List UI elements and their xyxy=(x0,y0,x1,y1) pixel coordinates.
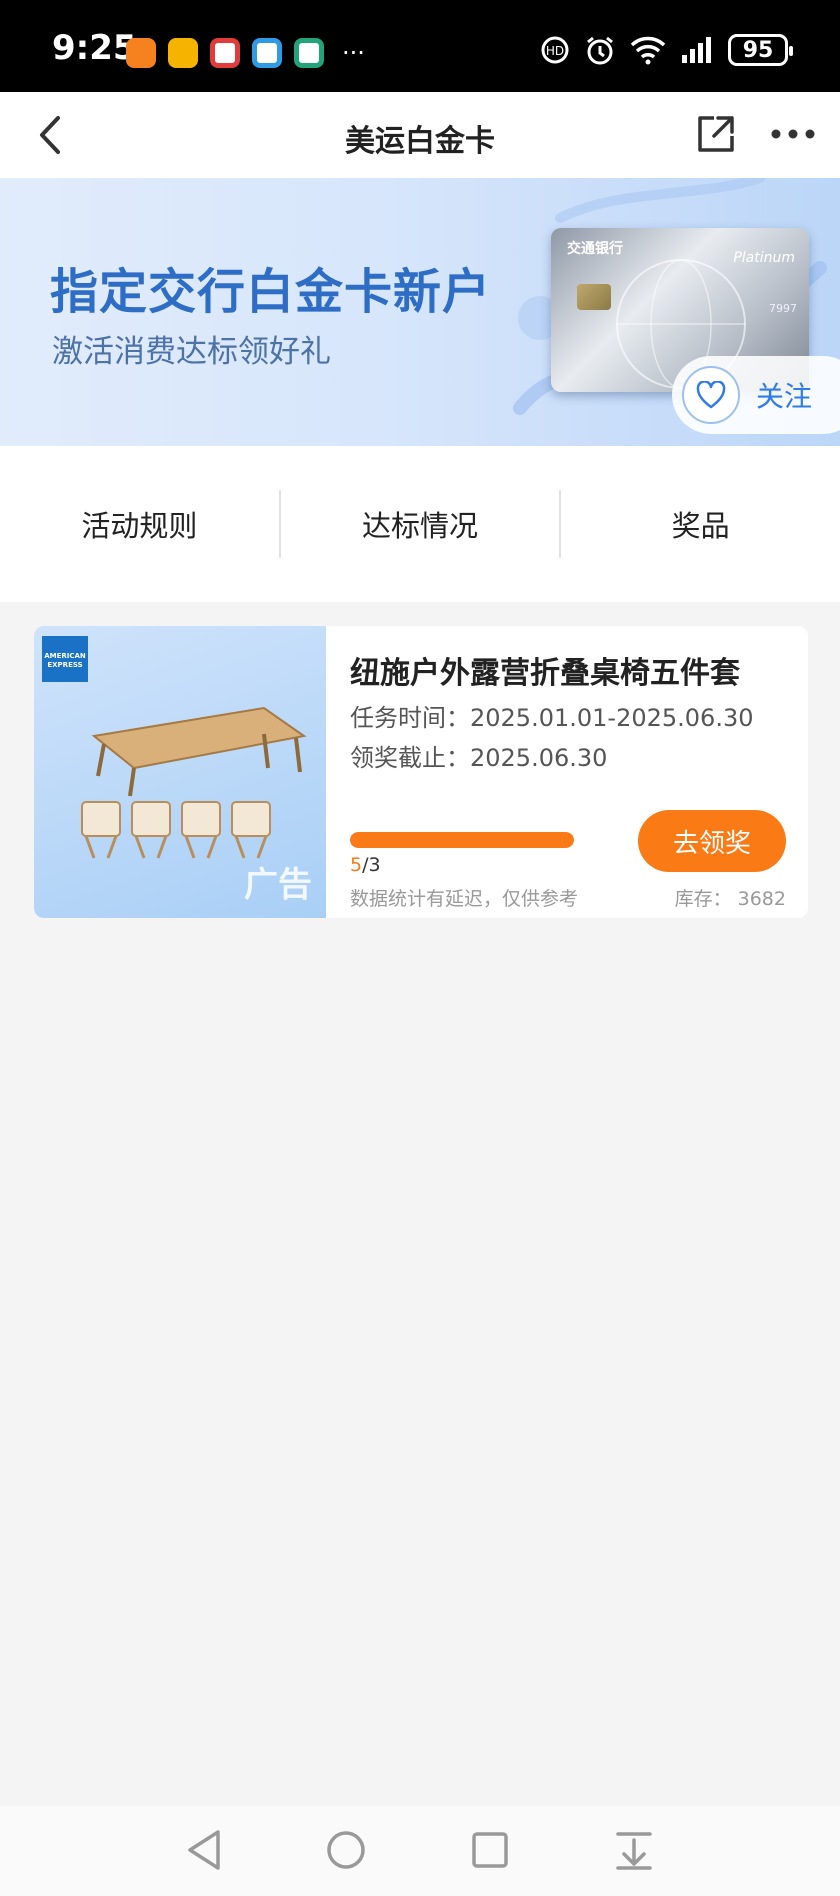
heart-icon xyxy=(682,366,740,424)
nav-recents-square-icon[interactable] xyxy=(470,1828,510,1872)
alarm-icon xyxy=(587,36,613,65)
stock-count: 库存： 3682 xyxy=(674,888,786,910)
wifi-icon xyxy=(630,36,666,65)
hd-icon: HD xyxy=(541,36,569,64)
follow-label: 关注 xyxy=(756,380,813,413)
task-time: 任务时间：2025.01.01-2025.06.30 xyxy=(350,704,754,732)
prize-image: AMERICAN EXPRESS 广告 xyxy=(34,626,326,918)
status-time: 9:25 xyxy=(52,28,137,68)
progress-bar-fill xyxy=(350,832,574,848)
banner-headline: 指定交行白金卡新户 xyxy=(50,264,492,320)
app-icon-orange xyxy=(126,38,156,68)
progress-count: 5/3 xyxy=(350,854,381,876)
claim-prize-button[interactable]: 去领奖 xyxy=(638,810,786,872)
signal-icon xyxy=(682,37,711,63)
status-bar: 9:25 ··· HD 95 xyxy=(0,0,840,92)
more-options-icon[interactable] xyxy=(768,114,818,154)
prize-card[interactable]: AMERICAN EXPRESS 广告 纽施户外露营折叠桌椅五件套 任务时间：2… xyxy=(34,626,808,918)
progress-bar xyxy=(350,832,574,848)
banner-subline: 激活消费达标领好礼 xyxy=(52,334,331,370)
app-icon-green xyxy=(294,38,324,68)
data-delay-note: 数据统计有延迟，仅供参考 xyxy=(350,888,579,910)
share-icon[interactable] xyxy=(694,112,738,156)
svg-text:HD: HD xyxy=(546,44,564,58)
tab-activity-rules[interactable]: 活动规则 xyxy=(0,446,279,602)
more-notifications-icon: ··· xyxy=(342,39,365,67)
progress-current: 5 xyxy=(350,854,363,876)
battery-indicator: 95 xyxy=(728,34,793,66)
follow-button[interactable]: 关注 xyxy=(672,356,840,434)
mail-icon xyxy=(168,38,198,68)
progress-total: /3 xyxy=(362,854,381,876)
system-status: HD 95 xyxy=(540,34,793,66)
top-navigation-bar: 美运白金卡 xyxy=(0,92,840,178)
prize-title: 纽施户外露营折叠桌椅五件套 xyxy=(350,656,740,691)
nav-back-triangle-icon[interactable] xyxy=(184,1828,224,1872)
tab-progress-status[interactable]: 达标情况 xyxy=(281,446,560,602)
china-mobile-icon xyxy=(252,38,282,68)
ad-tag: 广告 xyxy=(244,865,312,905)
tab-prizes[interactable]: 奖品 xyxy=(561,446,840,602)
app-icon-red xyxy=(210,38,240,68)
system-navigation-bar xyxy=(0,1806,840,1896)
nav-home-circle-icon[interactable] xyxy=(326,1828,366,1872)
promo-banner: 指定交行白金卡新户 激活消费达标领好礼 交通银行 Platinum 7997 关… xyxy=(0,178,840,446)
notification-icons: ··· xyxy=(126,38,365,68)
claim-deadline: 领奖截止：2025.06.30 xyxy=(350,744,608,772)
nav-dropdown-icon[interactable] xyxy=(614,1828,654,1872)
activity-tabs: 活动规则 达标情况 奖品 xyxy=(0,446,840,602)
